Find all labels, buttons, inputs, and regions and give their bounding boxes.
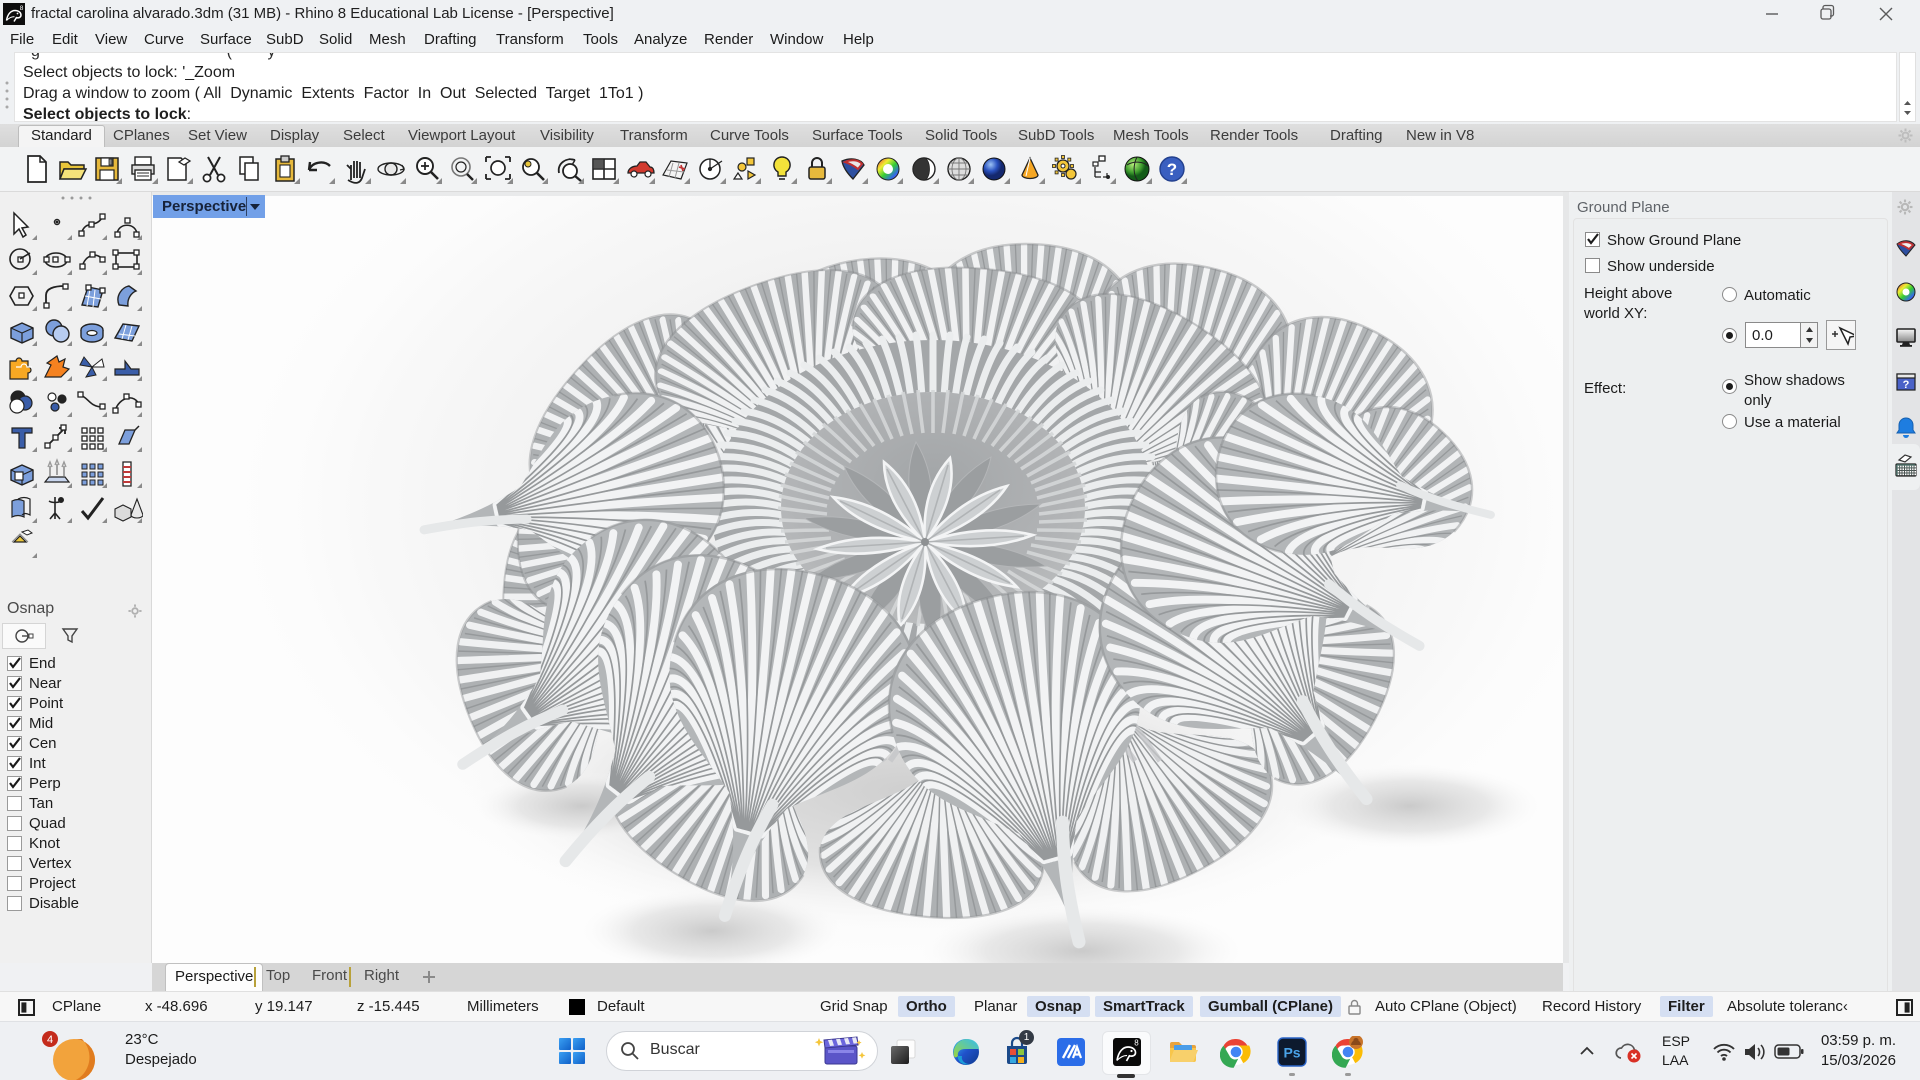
svg-text:8: 8 [1134, 1039, 1139, 1048]
svg-text:4: 4 [47, 1034, 53, 1046]
svg-text:?: ? [1903, 379, 1910, 391]
svg-text:Ps: Ps [1283, 1045, 1300, 1061]
svg-text:?: ? [1167, 160, 1177, 179]
svg-text:8: 8 [20, 5, 24, 12]
